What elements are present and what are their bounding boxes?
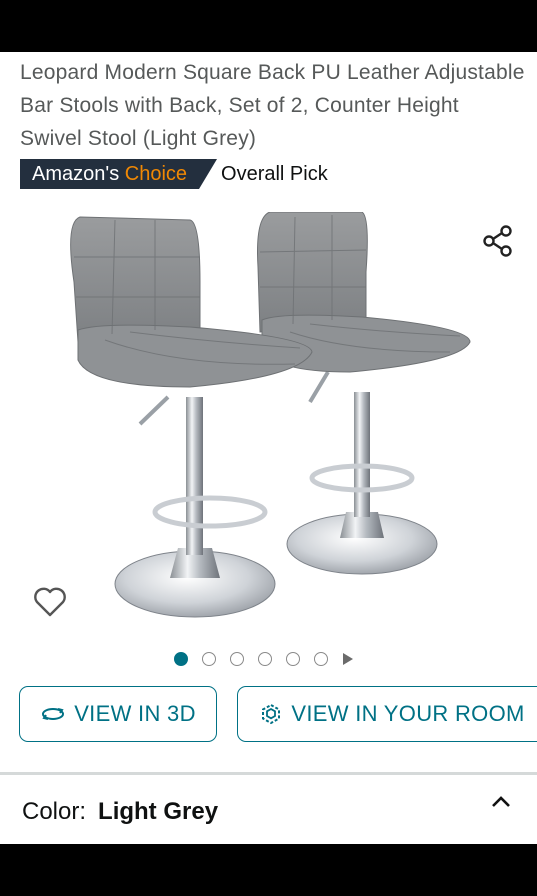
product-page: Leopard Modern Square Back PU Leather Ad…: [0, 52, 537, 844]
view-in-your-room-label: VIEW IN YOUR ROOM: [291, 701, 525, 726]
amazons-choice-badge[interactable]: Amazon's Choice: [20, 159, 217, 189]
color-label: Color:: [22, 798, 87, 825]
view-in-3d-button[interactable]: VIEW IN 3D: [19, 686, 217, 742]
badge-suffix: Overall Pick: [221, 163, 328, 185]
carousel-dot[interactable]: [230, 652, 244, 666]
carousel-dot[interactable]: [174, 652, 188, 666]
share-icon[interactable]: [482, 224, 514, 258]
badge-prefix: Amazon's: [32, 163, 125, 185]
carousel-dot[interactable]: [286, 652, 300, 666]
carousel-dot[interactable]: [202, 652, 216, 666]
play-triangle-icon[interactable]: [343, 653, 353, 665]
product-title: Leopard Modern Square Back PU Leather Ad…: [20, 61, 525, 150]
product-image[interactable]: [50, 212, 490, 632]
badge-highlight: Choice: [124, 163, 188, 185]
cube-ar-icon: [262, 703, 281, 725]
carousel-dot[interactable]: [314, 652, 328, 666]
rotate-3d-icon: [42, 708, 65, 720]
color-value: Light Grey: [98, 798, 219, 825]
view-in-3d-label: VIEW IN 3D: [74, 701, 196, 726]
image-carousel-indicator: [174, 652, 353, 666]
color-selector[interactable]: Color: Light Grey: [22, 797, 218, 827]
view-in-your-room-button[interactable]: VIEW IN YOUR ROOM: [237, 686, 537, 742]
heart-icon[interactable]: [33, 586, 67, 618]
section-divider: [0, 772, 537, 775]
carousel-dot[interactable]: [258, 652, 272, 666]
badge-row: Amazon's Choice Overall Pick: [20, 159, 328, 189]
chevron-up-icon[interactable]: [488, 792, 514, 812]
stool-right: [257, 212, 471, 575]
